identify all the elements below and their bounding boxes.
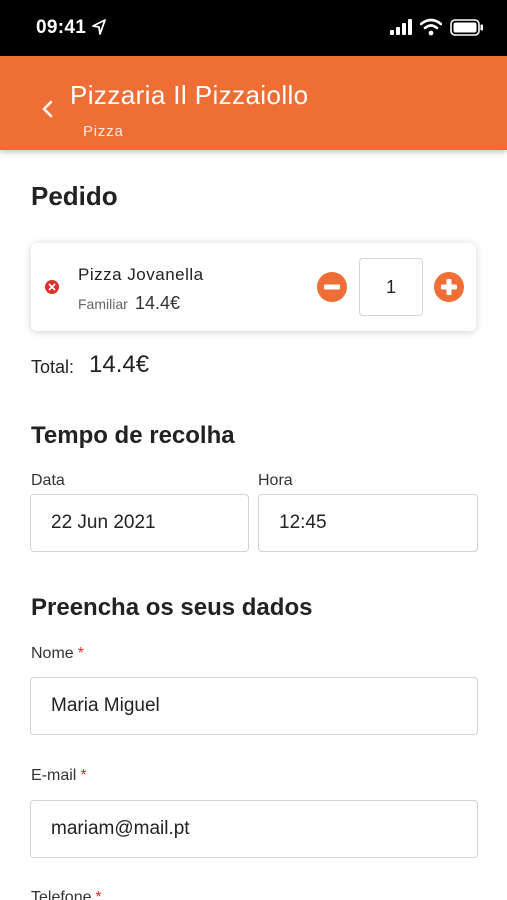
location-arrow-icon	[92, 19, 106, 35]
name-field[interactable]	[30, 677, 478, 735]
name-label: Nome *	[31, 645, 84, 663]
required-marker: *	[77, 645, 84, 662]
email-label: E-mail *	[31, 767, 87, 785]
phone-label: Telefone *	[31, 889, 102, 900]
email-field[interactable]	[30, 800, 478, 858]
date-label: Data	[31, 472, 65, 489]
time-label: Hora	[258, 472, 293, 489]
total-label: Total:	[31, 357, 75, 377]
email-label-text: E-mail	[31, 767, 77, 784]
battery-icon	[450, 19, 483, 36]
status-time: 09:41	[36, 17, 87, 38]
customer-section-title: Preencha os seus dados	[31, 594, 313, 621]
date-field[interactable]	[30, 494, 249, 552]
time-field[interactable]	[258, 494, 478, 552]
item-size: Familiar	[78, 296, 128, 312]
pickup-section-title: Tempo de recolha	[31, 422, 235, 449]
item-name: Pizza Jovanella	[78, 265, 204, 284]
restaurant-title: Pizzaria Il Pizzaiollo	[70, 80, 309, 110]
order-section-title: Pedido	[31, 181, 118, 211]
increase-quantity-icon[interactable]	[434, 272, 464, 302]
remove-item-icon[interactable]	[45, 280, 59, 294]
phone-label-text: Telefone	[31, 889, 92, 900]
order-item-card: Pizza Jovanella Familiar 14.4€ 1	[31, 243, 476, 331]
decrease-quantity-icon[interactable]	[317, 272, 347, 302]
app-header: Pizzaria Il Pizzaiollo Pizza	[0, 56, 507, 150]
required-marker: *	[80, 767, 87, 784]
cellular-signal-icon	[390, 19, 412, 35]
back-chevron-icon[interactable]	[36, 96, 60, 122]
item-price: 14.4€	[135, 293, 181, 313]
status-bar: 09:41	[0, 0, 507, 56]
total-value: 14.4€	[89, 351, 150, 378]
required-marker: *	[95, 889, 102, 900]
quantity-field[interactable]: 1	[359, 258, 423, 316]
name-label-text: Nome	[31, 645, 74, 662]
wifi-icon	[420, 18, 442, 36]
restaurant-category: Pizza	[83, 123, 124, 140]
